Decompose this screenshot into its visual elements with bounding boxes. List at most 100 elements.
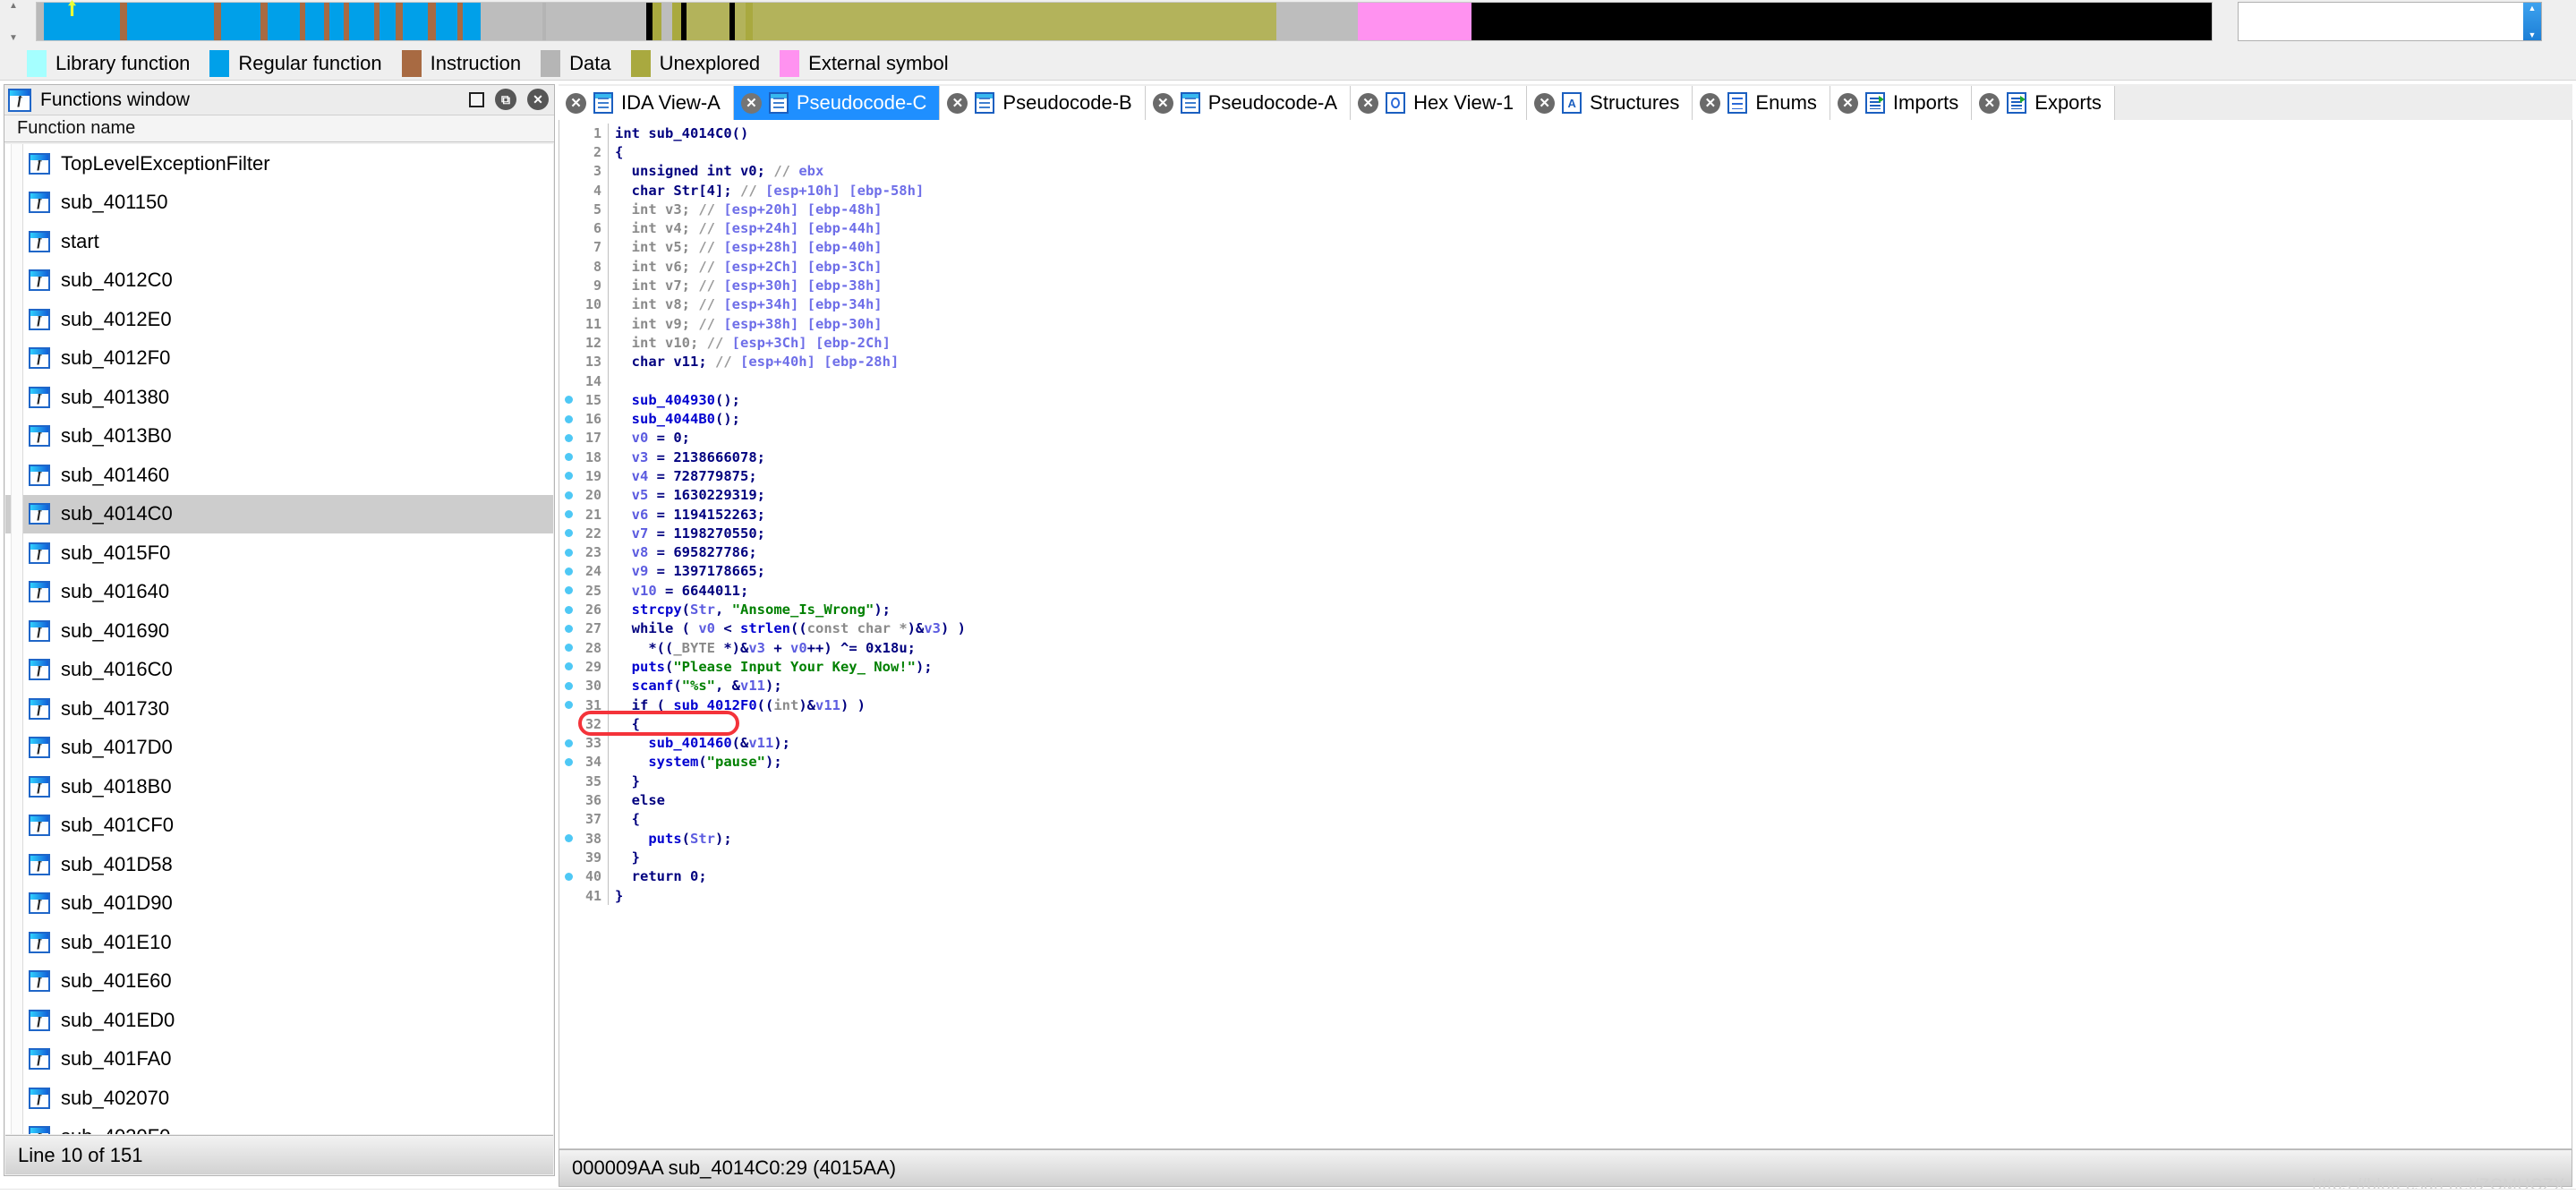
- function-list-item[interactable]: f sub_401E60: [5, 961, 553, 1001]
- tab-close-icon[interactable]: ✕: [1979, 92, 2000, 114]
- tab-pseudocode-a[interactable]: ✕ Pseudocode-A: [1145, 86, 1352, 120]
- secondary-panel-scrollbar[interactable]: ▲ ▼: [2523, 3, 2541, 40]
- tab-exports[interactable]: ✕ Exports: [1972, 86, 2115, 120]
- navband-scroll-arrows[interactable]: ▲ ▼: [7, 2, 20, 43]
- function-list-item[interactable]: f sub_401690: [5, 611, 553, 651]
- navband-segment[interactable]: [37, 3, 45, 40]
- navband-segment[interactable]: [119, 3, 127, 40]
- tab-close-icon[interactable]: ✕: [1152, 92, 1173, 114]
- code-line[interactable]: 30 scanf("%s", &v11);: [559, 676, 2572, 695]
- code-line[interactable]: 15 sub_404930();: [559, 390, 2572, 410]
- navband-segment[interactable]: [480, 3, 542, 40]
- function-list-item[interactable]: f start: [5, 222, 553, 261]
- function-list-item[interactable]: f sub_4015F0: [5, 533, 553, 573]
- functions-list[interactable]: f TopLevelExceptionFilter f sub_401150 f star…: [5, 144, 553, 1134]
- code-line[interactable]: 10 int v8; // [esp+34h] [ebp-34h]: [559, 294, 2572, 314]
- navband-segment[interactable]: [661, 3, 672, 40]
- code-line[interactable]: 1 int sub_4014C0(): [559, 124, 2572, 143]
- function-list-item[interactable]: f TopLevelExceptionFilter: [5, 144, 553, 183]
- navband-segment[interactable]: [652, 3, 661, 40]
- code-line[interactable]: 5 int v3; // [esp+20h] [ebp-48h]: [559, 200, 2572, 219]
- code-line[interactable]: 41}: [559, 885, 2572, 906]
- code-line[interactable]: 35 }: [559, 772, 2572, 791]
- code-line[interactable]: 20 v5 = 1630229319;: [559, 485, 2572, 505]
- function-list-item[interactable]: f sub_401D90: [5, 883, 553, 923]
- navband-arrow-up-icon[interactable]: ▲: [9, 2, 18, 11]
- code-line[interactable]: 4 char Str[4]; // [esp+10h] [ebp-58h]: [559, 180, 2572, 200]
- code-line[interactable]: 12 int v10; // [esp+3Ch] [ebp-2Ch]: [559, 333, 2572, 353]
- scroll-down-icon[interactable]: ▼: [2529, 30, 2537, 39]
- minimize-button[interactable]: [469, 91, 484, 107]
- function-list-item[interactable]: f sub_4013B0: [5, 416, 553, 456]
- code-line[interactable]: 17 v0 = 0;: [559, 428, 2572, 448]
- tab-pseudocode-b[interactable]: ✕ Pseudocode-B: [940, 86, 1146, 120]
- function-list-item[interactable]: f sub_4018B0: [5, 767, 553, 806]
- code-line[interactable]: 16 sub_4044B0();: [559, 409, 2572, 429]
- function-list-item[interactable]: f sub_401D58: [5, 845, 553, 884]
- code-line[interactable]: 32 {: [559, 714, 2572, 734]
- navband-segment[interactable]: [435, 3, 457, 40]
- navband-segment[interactable]: [220, 3, 261, 40]
- view-tabbar[interactable]: ✕ IDA View-A ✕ Pseudocode-C ✕ Pseudocode-B ✕ Ps…: [559, 84, 2572, 120]
- tab-close-icon[interactable]: ✕: [566, 92, 586, 114]
- navband-segment[interactable]: [671, 3, 681, 40]
- code-line[interactable]: 9 int v7; // [esp+30h] [ebp-38h]: [559, 276, 2572, 295]
- code-line[interactable]: 33 sub_401460(&v11);: [559, 733, 2572, 753]
- tab-close-icon[interactable]: ✕: [1837, 92, 1858, 114]
- code-line[interactable]: 2{: [559, 142, 2572, 162]
- tab-imports[interactable]: ✕ Imports: [1830, 86, 1973, 120]
- tab-hex-view-1[interactable]: ✕ Hex View-1: [1351, 86, 1528, 120]
- tab-ida-view-a[interactable]: ✕ IDA View-A: [559, 86, 734, 120]
- code-line[interactable]: 36 else: [559, 790, 2572, 810]
- navband-segment[interactable]: [428, 3, 436, 40]
- code-line[interactable]: 21 v6 = 1194152263;: [559, 504, 2572, 525]
- code-line[interactable]: 8 int v6; // [esp+2Ch] [ebp-3Ch]: [559, 257, 2572, 277]
- navband-arrow-down-icon[interactable]: ▼: [9, 34, 18, 43]
- navband-segment[interactable]: [396, 3, 404, 40]
- function-list-item[interactable]: f sub_401FA0: [5, 1039, 553, 1079]
- code-line[interactable]: 14: [559, 371, 2572, 391]
- code-line[interactable]: 19 v4 = 728779875;: [559, 466, 2572, 486]
- code-line[interactable]: 24 v9 = 1397178665;: [559, 561, 2572, 582]
- function-list-item[interactable]: f sub_4014C0: [5, 494, 553, 533]
- function-list-item[interactable]: f sub_401730: [5, 689, 553, 729]
- code-line[interactable]: 29 puts("Please Input Your Key_ Now!");: [559, 657, 2572, 677]
- function-list-item[interactable]: f sub_4012F0: [5, 338, 553, 378]
- function-list-item[interactable]: f sub_402070: [5, 1079, 553, 1118]
- navband-segment[interactable]: [753, 3, 1277, 40]
- close-button[interactable]: ✕: [527, 89, 549, 110]
- tab-close-icon[interactable]: ✕: [947, 92, 968, 114]
- function-list-item[interactable]: f sub_4017D0: [5, 728, 553, 767]
- navband-segment[interactable]: [305, 3, 324, 40]
- navband-segment[interactable]: [126, 3, 214, 40]
- navband-segment[interactable]: [462, 3, 481, 40]
- function-list-item[interactable]: f sub_4016C0: [5, 650, 553, 689]
- function-list-item[interactable]: f sub_4020F0: [5, 1117, 553, 1134]
- function-list-item[interactable]: f sub_4012C0: [5, 260, 553, 300]
- navband-segment[interactable]: [403, 3, 429, 40]
- code-line[interactable]: 34 system("pause");: [559, 752, 2572, 772]
- navigation-band[interactable]: [36, 2, 2213, 41]
- navband-segment[interactable]: [268, 3, 301, 40]
- navband-segment[interactable]: [735, 3, 746, 40]
- navband-segment[interactable]: [1276, 3, 1358, 40]
- navband-segment[interactable]: [348, 3, 375, 40]
- function-list-item[interactable]: f sub_401640: [5, 572, 553, 611]
- code-line[interactable]: 13 char v11; // [esp+40h] [ebp-28h]: [559, 352, 2572, 371]
- code-line[interactable]: 18 v3 = 2138666078;: [559, 448, 2572, 467]
- navband-segment[interactable]: [545, 3, 647, 40]
- function-list-item[interactable]: f sub_401460: [5, 456, 553, 495]
- tab-pseudocode-c[interactable]: ✕ Pseudocode-C: [733, 86, 941, 120]
- code-line[interactable]: 6 int v4; // [esp+24h] [ebp-44h]: [559, 218, 2572, 238]
- code-line[interactable]: 25 v10 = 6644011;: [559, 581, 2572, 601]
- restore-button[interactable]: ⧉: [495, 89, 516, 110]
- navband-segment[interactable]: [1471, 3, 2212, 40]
- function-list-item[interactable]: f sub_401CF0: [5, 806, 553, 845]
- navband-segment[interactable]: [1357, 3, 1471, 40]
- code-line[interactable]: 22 v7 = 1198270550;: [559, 524, 2572, 543]
- navband-segment[interactable]: [44, 3, 120, 40]
- code-line[interactable]: 39 }: [559, 848, 2572, 867]
- navband-segment[interactable]: [213, 3, 221, 40]
- code-line[interactable]: 27 while ( v0 < strlen((const char *)&v3…: [559, 619, 2572, 639]
- pseudocode-view[interactable]: 1 int sub_4014C0() 2{3 unsigned int v0; //…: [559, 120, 2572, 1149]
